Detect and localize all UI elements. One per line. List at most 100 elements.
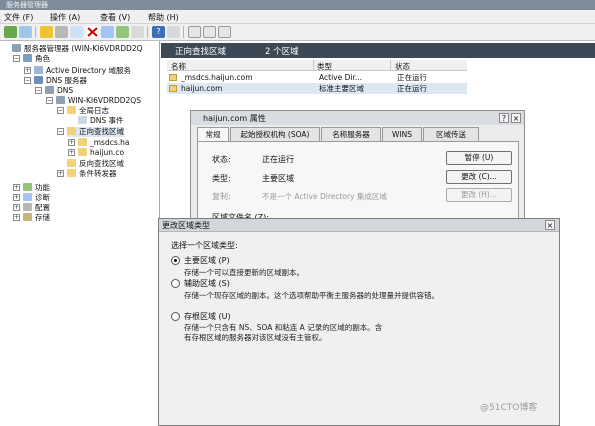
server-manager-icon (12, 44, 21, 52)
tree-expander[interactable]: − (24, 77, 31, 84)
pause-button[interactable]: 暂停 (U) (446, 151, 512, 165)
tree-item[interactable]: 存储 (23, 213, 50, 223)
list-view-icon[interactable] (188, 26, 201, 38)
secondary-zone-label[interactable]: 辅助区域 (S) (184, 278, 230, 289)
zone-icon (169, 74, 177, 81)
tree-item[interactable]: 诊断 (23, 193, 50, 203)
close-icon[interactable]: × (545, 220, 555, 230)
tree-item[interactable]: DNS 事件 (78, 116, 124, 126)
column-name[interactable]: 名称 (171, 61, 186, 72)
zone-status: 正在运行 (397, 84, 427, 93)
zone-name: haijun.com (181, 84, 223, 93)
tree-item[interactable]: 条件转发器 (67, 169, 117, 179)
dns-tool-icon[interactable] (167, 26, 180, 38)
stub-zone-label[interactable]: 存根区域 (U) (184, 311, 231, 322)
tree-item-label: 存储 (35, 213, 50, 222)
menu-action[interactable]: 操作 (A) (50, 12, 80, 23)
window-title: 服务器管理器 (6, 1, 48, 9)
dns-icon (45, 86, 54, 94)
tree-expander[interactable]: − (57, 107, 64, 114)
active-directory-icon (34, 66, 43, 74)
zone-list-header: 名称 类型 状态 (167, 60, 467, 71)
tree-expander[interactable]: + (13, 194, 20, 201)
up-folder-icon[interactable] (40, 26, 53, 38)
tab-zone-transfers[interactable]: 区域传送 (423, 127, 479, 141)
tab-wins[interactable]: WINS (382, 127, 422, 141)
menu-view[interactable]: 查看 (V) (100, 12, 130, 23)
diagnostics-icon (23, 193, 32, 201)
properties-dialog-titlebar[interactable]: haijun.com 属性 ? × (191, 111, 524, 125)
menu-help[interactable]: 帮助 (H) (148, 12, 179, 23)
show-tree-icon[interactable] (55, 26, 68, 38)
refresh-icon[interactable] (116, 26, 129, 38)
stub-zone-radio[interactable] (171, 312, 180, 321)
help-icon[interactable]: ? (152, 26, 165, 38)
tab-soa[interactable]: 起始授权机构 (SOA) (230, 127, 320, 141)
tree-item[interactable]: 配置 (23, 203, 50, 213)
tree-item[interactable]: 反向查找区域 (67, 159, 124, 169)
zone-row[interactable]: haijun.com 标准主要区域 正在运行 (167, 83, 467, 94)
help-button[interactable]: ? (499, 113, 509, 123)
column-type[interactable]: 类型 (317, 61, 332, 72)
tree-item-label: 功能 (35, 183, 50, 192)
zone-row[interactable]: _msdcs.haijun.com Active Dir... 正在运行 (167, 72, 467, 83)
tree-expander[interactable]: + (13, 204, 20, 211)
tree-item[interactable]: haijun.co (78, 148, 124, 158)
tree-item-label: 正向查找区域 (79, 127, 124, 136)
tree-expander[interactable]: + (57, 170, 64, 177)
primary-zone-label[interactable]: 主要区域 (P) (184, 255, 230, 266)
secondary-zone-desc: 存储一个现存区域的副本。这个选项帮助平衡主服务器的处理量并提供容错。 (184, 291, 439, 300)
main-header-title: 正向查找区域 (175, 47, 227, 57)
tree-expander[interactable]: − (35, 87, 42, 94)
tree-item[interactable]: 正向查找区域 (67, 127, 124, 137)
primary-zone-radio[interactable] (171, 256, 180, 265)
tree-item-label: 角色 (35, 54, 50, 63)
tree-expander[interactable]: − (13, 55, 20, 62)
tree-item-label: DNS (57, 86, 74, 95)
stub-zone-desc-line1: 存储一个只含有 NS、SOA 和粘连 A 记录的区域的副本。含 (184, 323, 383, 332)
tree-item-label: Active Directory 域服务 (46, 66, 132, 75)
menu-file[interactable]: 文件 (F) (4, 12, 33, 23)
tree-item[interactable]: DNS (45, 86, 73, 96)
status-label: 状态: (212, 155, 231, 164)
primary-zone-desc: 存储一个可以直接更新的区域副本。 (184, 268, 304, 277)
tab-name-servers[interactable]: 名称服务器 (321, 127, 381, 141)
tree-expander[interactable]: + (68, 139, 75, 146)
filter-icon[interactable] (218, 26, 231, 38)
change-zone-type-dialog: 更改区域类型 × 选择一个区域类型: 主要区域 (P) 存储一个可以直接更新的区… (158, 218, 560, 426)
tree-item[interactable]: 角色 (23, 54, 50, 64)
tab-general[interactable]: 常规 (197, 127, 229, 142)
tree-expander[interactable]: + (24, 67, 31, 74)
delete-icon[interactable] (86, 26, 99, 38)
computer-icon (56, 96, 65, 104)
column-status[interactable]: 状态 (395, 61, 410, 72)
tree-item[interactable]: DNS 服务器 (34, 76, 87, 86)
folder-icon (67, 159, 76, 167)
export-icon[interactable] (131, 26, 144, 38)
tree-expander[interactable]: − (57, 128, 64, 135)
tree-item[interactable]: WIN-KI6VDRDD2QS (56, 96, 141, 106)
back-icon[interactable] (4, 26, 17, 38)
zone-icon (78, 148, 87, 156)
change-type-button[interactable]: 更改 (C)... (446, 170, 512, 184)
tree-expander[interactable]: − (46, 97, 53, 104)
tree-item[interactable]: 全局日志 (67, 106, 109, 116)
tree-expander[interactable]: + (13, 184, 20, 191)
tree-item[interactable]: 功能 (23, 183, 50, 193)
change-zone-titlebar[interactable]: 更改区域类型 × (159, 219, 559, 232)
tree-item[interactable]: Active Directory 域服务 (34, 66, 131, 76)
secondary-zone-radio[interactable] (171, 279, 180, 288)
tree-expander[interactable]: + (13, 214, 20, 221)
tree-item-label: 诊断 (35, 193, 50, 202)
copy-icon[interactable] (70, 26, 83, 38)
close-icon[interactable]: × (511, 113, 521, 123)
tree-item[interactable]: 服务器管理器 (WIN-KI6VDRDD2Q (12, 44, 143, 54)
detail-view-icon[interactable] (203, 26, 216, 38)
folder-icon (67, 106, 76, 114)
status-value: 正在运行 (262, 155, 294, 164)
tree-expander[interactable]: + (68, 149, 75, 156)
folder-icon (67, 127, 76, 135)
properties-icon[interactable] (101, 26, 114, 38)
tree-item[interactable]: _msdcs.ha (78, 138, 130, 148)
forward-icon[interactable] (19, 26, 32, 38)
